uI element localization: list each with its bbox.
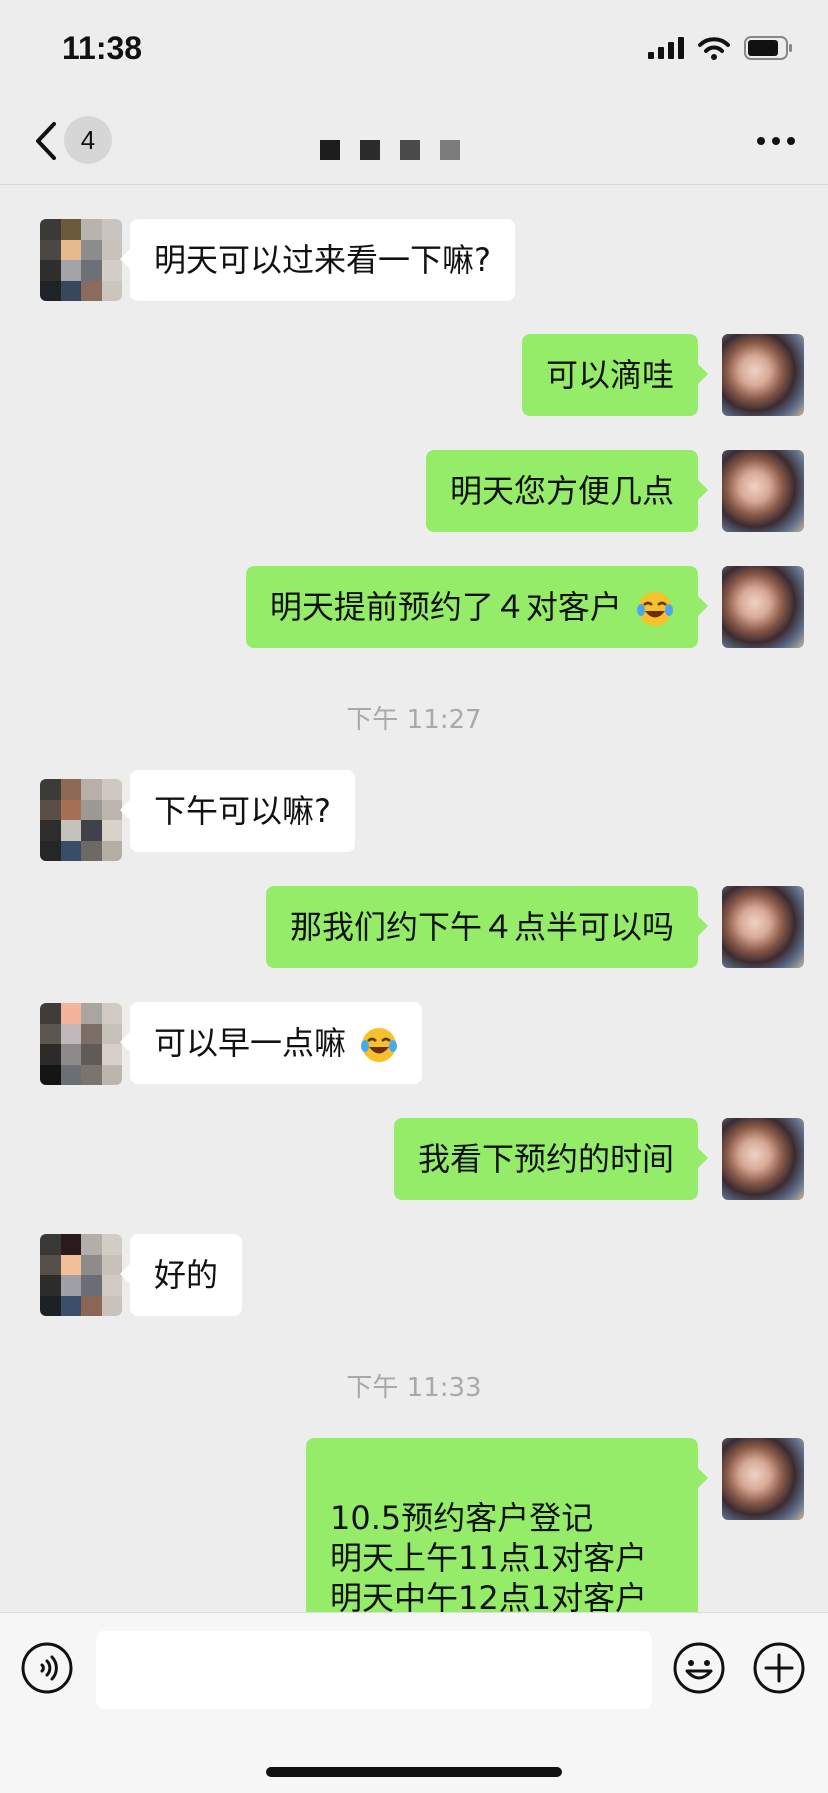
message-bubble-outgoing[interactable]: 明天您方便几点 [425, 450, 709, 532]
my-avatar[interactable] [722, 1118, 804, 1200]
timestamp: 下午 11:33 [346, 1373, 482, 1403]
status-bar: 11:38 [0, 0, 828, 100]
add-attachment-icon[interactable] [752, 1641, 806, 1695]
redaction-block [360, 140, 380, 160]
message-text: 下午可以嘛? [154, 792, 331, 830]
message-bubble-incoming[interactable]: 明天可以过来看一下嘛? [120, 219, 515, 301]
battery-icon [744, 36, 792, 60]
my-avatar[interactable] [722, 334, 804, 416]
tears-of-joy-emoji-icon [637, 592, 673, 626]
message-text: 那我们约下午４点半可以吗 [289, 908, 674, 946]
message-bubble-outgoing[interactable]: 10.5预约客户登记 明天上午11点1对客户 明天中午12点1对客户 [306, 1438, 708, 1612]
message-text: 我看下预约的时间 [417, 1140, 674, 1178]
my-avatar[interactable] [722, 886, 804, 968]
redaction-block [320, 140, 340, 160]
message-text: 明天您方便几点 [449, 472, 674, 510]
contact-avatar[interactable] [40, 1234, 122, 1316]
redaction-block [440, 140, 460, 160]
message-bubble-incoming[interactable]: 好的 [119, 1234, 243, 1316]
emoji-icon[interactable] [672, 1641, 726, 1695]
redaction-block [400, 140, 420, 160]
status-time: 11:38 [62, 30, 143, 66]
more-options-icon[interactable] [756, 136, 796, 146]
voice-input-icon[interactable] [20, 1641, 74, 1695]
input-bar [0, 1612, 828, 1793]
cellular-signal-icon [648, 37, 684, 59]
message-line: 明天上午11点1对客户 [330, 1539, 648, 1577]
message-bubble-incoming[interactable]: 下午可以嘛? [120, 770, 355, 852]
contact-avatar[interactable] [40, 779, 122, 861]
home-indicator[interactable] [266, 1767, 562, 1777]
message-text: 好的 [154, 1256, 219, 1294]
message-bubble-outgoing[interactable]: 可以滴哇 [521, 334, 709, 416]
wifi-icon [698, 37, 730, 60]
message-bubble-incoming[interactable]: 可以早一点嘛 [119, 1002, 423, 1084]
tears-of-joy-emoji-icon [361, 1028, 398, 1062]
message-bubble-outgoing[interactable]: 我看下预约的时间 [393, 1118, 709, 1200]
message-text: 明天可以过来看一下嘛? [154, 241, 491, 279]
my-avatar[interactable] [722, 1438, 804, 1520]
timestamp: 下午 11:27 [346, 705, 482, 735]
message-list[interactable]: 明天可以过来看一下嘛? 可以滴哇 明天您方便几点 明天提前预约了４对客户 下午 … [0, 185, 828, 1612]
message-text: 可以早一点嘛 [154, 1024, 347, 1062]
contact-avatar[interactable] [40, 1003, 122, 1085]
my-avatar[interactable] [722, 566, 804, 648]
unread-count-badge[interactable]: 4 [64, 116, 112, 164]
my-avatar[interactable] [722, 450, 804, 532]
message-bubble-outgoing[interactable]: 明天提前预约了４对客户 [245, 566, 709, 648]
message-line: 明天中午12点1对客户 [330, 1579, 648, 1612]
message-text: 明天提前预约了４对客户 [269, 588, 622, 626]
chat-title-redacted [320, 140, 460, 160]
message-bubble-outgoing[interactable]: 那我们约下午４点半可以吗 [265, 886, 709, 968]
message-text: 可以滴哇 [545, 356, 674, 394]
contact-avatar[interactable] [40, 219, 122, 301]
back-chevron-icon[interactable] [30, 120, 62, 162]
message-input[interactable] [96, 1631, 652, 1709]
status-icons [648, 36, 794, 60]
message-line: 10.5预约客户登记 [330, 1499, 594, 1537]
